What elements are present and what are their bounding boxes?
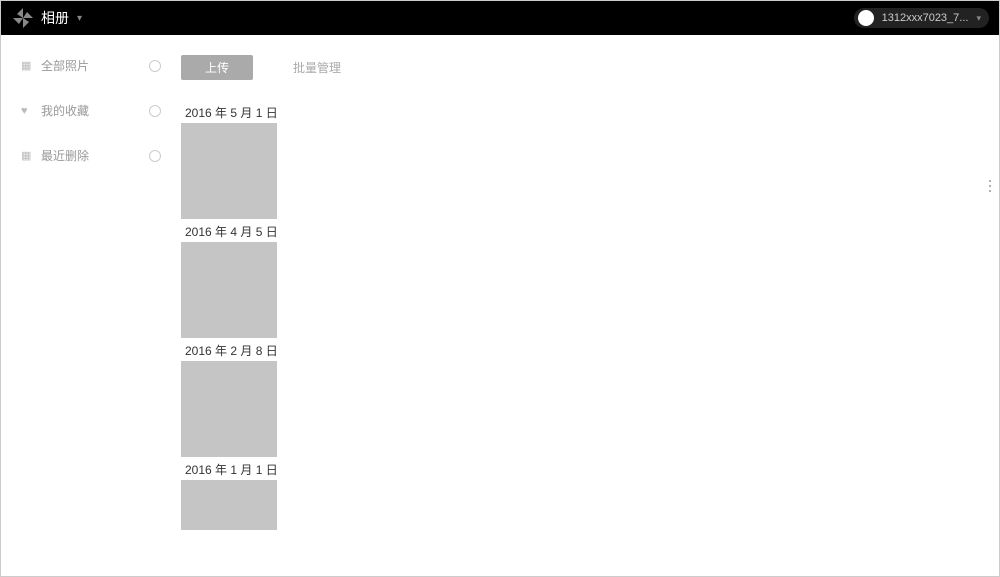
- sidebar-item-label: 最近删除: [41, 147, 89, 164]
- upload-button[interactable]: 上传: [181, 55, 253, 80]
- photo-group: 2016 年 4 月 5 日: [181, 219, 999, 338]
- username: 1312xxx7023_7...: [882, 12, 969, 24]
- date-label: 2016 年 1 月 1 日: [181, 457, 999, 480]
- header-left: 相册 ▾: [11, 6, 82, 30]
- main: 上传 批量管理 2016 年 5 月 1 日 2016 年 4 月 5 日 20…: [181, 35, 999, 576]
- batch-manage-button[interactable]: 批量管理: [293, 59, 341, 76]
- photo-groups: 2016 年 5 月 1 日 2016 年 4 月 5 日 2016 年 2 月…: [181, 100, 999, 530]
- photo-group: 2016 年 2 月 8 日: [181, 338, 999, 457]
- radio-icon: [149, 150, 161, 162]
- heart-icon: ♥: [21, 105, 33, 117]
- sidebar-item-label: 全部照片: [41, 57, 89, 74]
- date-label: 2016 年 4 月 5 日: [181, 219, 999, 242]
- scroll-indicator: [989, 180, 991, 192]
- trash-icon: ▦: [21, 149, 33, 162]
- sidebar-item-deleted[interactable]: ▦ 最近删除: [1, 147, 181, 164]
- photo-thumbnail[interactable]: [181, 361, 277, 457]
- chevron-down-icon: ▾: [976, 13, 981, 24]
- grid-icon: ▦: [21, 59, 33, 72]
- header: 相册 ▾ 1312xxx7023_7... ▾: [1, 1, 999, 35]
- photo-thumbnail[interactable]: [181, 480, 277, 530]
- sidebar-item-favorites[interactable]: ♥ 我的收藏: [1, 102, 181, 119]
- content: ▦ 全部照片 ♥ 我的收藏 ▦ 最近删除 上传 批量管理 2: [1, 35, 999, 576]
- date-label: 2016 年 5 月 1 日: [181, 100, 999, 123]
- sidebar-item-label: 我的收藏: [41, 102, 89, 119]
- chevron-down-icon[interactable]: ▾: [77, 13, 82, 24]
- sidebar: ▦ 全部照片 ♥ 我的收藏 ▦ 最近删除: [1, 35, 181, 576]
- photo-thumbnail[interactable]: [181, 242, 277, 338]
- toolbar: 上传 批量管理: [181, 55, 999, 80]
- date-label: 2016 年 2 月 8 日: [181, 338, 999, 361]
- radio-icon: [149, 105, 161, 117]
- photo-group: 2016 年 1 月 1 日: [181, 457, 999, 530]
- user-menu[interactable]: 1312xxx7023_7... ▾: [854, 8, 989, 28]
- avatar: [858, 10, 874, 26]
- pinwheel-icon: [11, 6, 35, 30]
- radio-icon: [149, 60, 161, 72]
- photo-thumbnail[interactable]: [181, 123, 277, 219]
- sidebar-item-all-photos[interactable]: ▦ 全部照片: [1, 57, 181, 74]
- photo-group: 2016 年 5 月 1 日: [181, 100, 999, 219]
- app-title[interactable]: 相册: [41, 8, 69, 28]
